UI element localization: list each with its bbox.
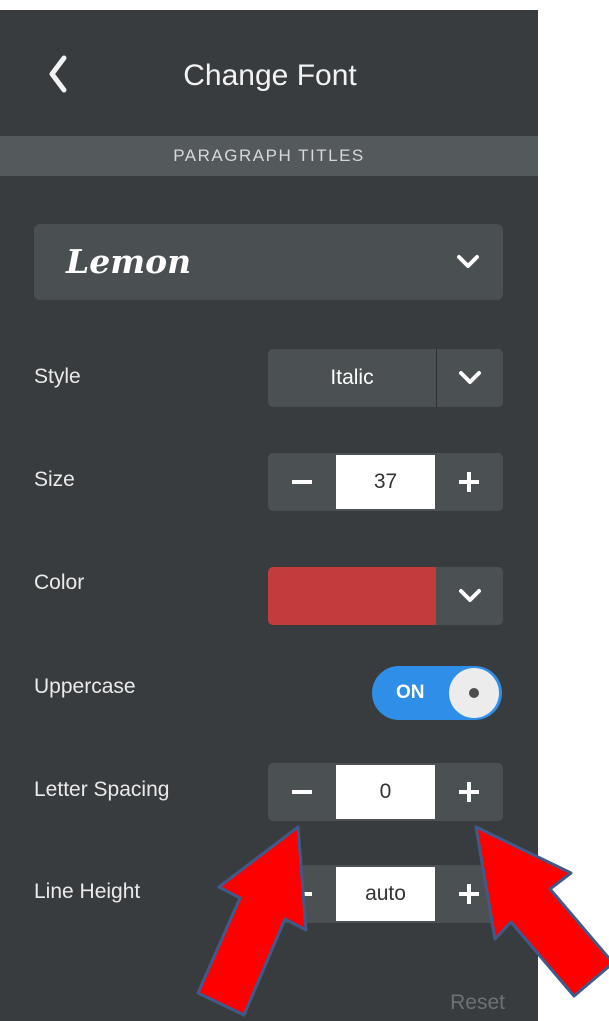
size-decrease-button[interactable] bbox=[268, 453, 336, 511]
chevron-left-icon bbox=[49, 55, 67, 93]
letter-spacing-decrease-button[interactable] bbox=[268, 763, 336, 821]
line-height-input[interactable]: auto bbox=[336, 867, 435, 921]
chevron-down-icon bbox=[457, 255, 479, 268]
line-height-increase-button[interactable] bbox=[435, 865, 503, 923]
chevron-down-icon bbox=[459, 371, 481, 384]
toggle-knob bbox=[449, 668, 499, 718]
letter-spacing-input[interactable]: 0 bbox=[336, 765, 435, 819]
color-swatch[interactable] bbox=[268, 567, 436, 625]
style-value: Italic bbox=[330, 366, 374, 389]
style-dropdown[interactable]: Italic bbox=[268, 349, 503, 407]
plus-icon bbox=[459, 782, 479, 802]
reset-button[interactable]: Reset bbox=[420, 990, 505, 1016]
line-height-decrease-button[interactable] bbox=[268, 865, 336, 923]
plus-icon bbox=[459, 472, 479, 492]
letter-spacing-label: Letter Spacing bbox=[34, 778, 170, 801]
minus-icon bbox=[292, 480, 312, 484]
section-header: PARAGRAPH TITLES bbox=[0, 136, 538, 176]
font-settings-panel: Change Font PARAGRAPH TITLES Lemon Style… bbox=[0, 10, 538, 1021]
size-stepper: 37 bbox=[268, 453, 503, 511]
letter-spacing-increase-button[interactable] bbox=[435, 763, 503, 821]
uppercase-label: Uppercase bbox=[34, 675, 136, 698]
letter-spacing-stepper: 0 bbox=[268, 763, 503, 821]
style-label: Style bbox=[34, 365, 81, 388]
size-label: Size bbox=[34, 468, 75, 491]
minus-icon bbox=[292, 790, 312, 794]
toggle-knob-dot bbox=[469, 688, 479, 698]
font-family-value: Lemon bbox=[66, 242, 192, 281]
chevron-down-icon bbox=[459, 589, 481, 602]
line-height-label: Line Height bbox=[34, 880, 141, 903]
color-label: Color bbox=[34, 571, 85, 594]
minus-icon bbox=[292, 892, 312, 896]
panel-title: Change Font bbox=[183, 59, 357, 92]
panel-header: Change Font bbox=[0, 10, 538, 137]
size-increase-button[interactable] bbox=[435, 453, 503, 511]
line-height-stepper: auto bbox=[268, 865, 503, 923]
style-dropdown-toggle[interactable] bbox=[437, 349, 503, 407]
uppercase-toggle[interactable]: ON bbox=[372, 666, 502, 720]
back-button[interactable] bbox=[36, 52, 80, 96]
toggle-state-text: ON bbox=[396, 682, 425, 703]
size-input[interactable]: 37 bbox=[336, 455, 435, 509]
color-picker[interactable] bbox=[268, 567, 503, 625]
color-dropdown-toggle[interactable] bbox=[437, 567, 503, 625]
font-family-dropdown[interactable]: Lemon bbox=[34, 224, 503, 300]
plus-icon bbox=[459, 884, 479, 904]
